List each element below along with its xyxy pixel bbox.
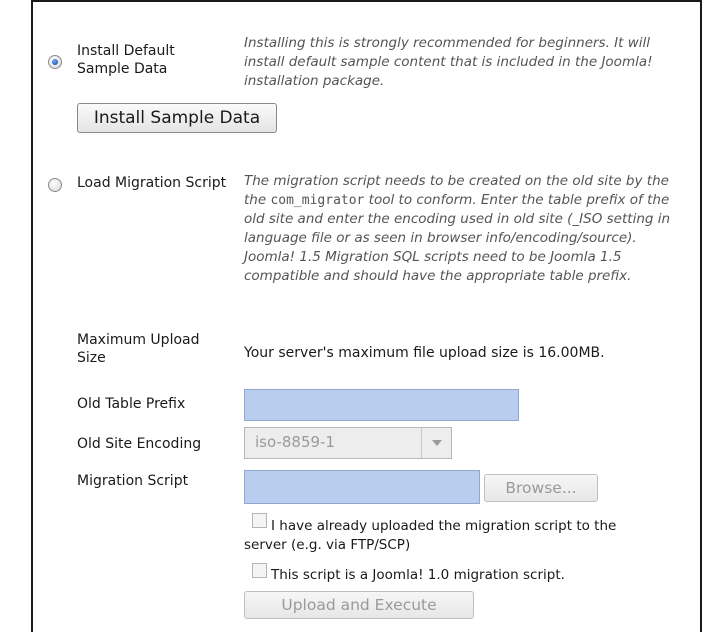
install-sample-data-label-line1: Install Default	[77, 43, 175, 59]
joomla-10-script-label: This script is a Joomla! 1.0 migration s…	[271, 567, 565, 583]
install-sample-data-label: Install Default Sample Data	[77, 42, 227, 78]
upload-and-execute-button[interactable]: Upload and Execute	[244, 591, 474, 619]
old-site-encoding-value: iso-8859-1	[255, 433, 335, 451]
migration-script-label: Migration Script	[77, 473, 189, 489]
install-sample-data-radio[interactable]	[48, 55, 62, 69]
browse-button[interactable]: Browse...	[484, 474, 598, 502]
old-site-encoding-select[interactable]: iso-8859-1	[244, 427, 452, 459]
install-sample-data-button[interactable]: Install Sample Data	[77, 103, 277, 133]
old-table-prefix-input[interactable]	[244, 389, 519, 421]
already-uploaded-label-line2: server (e.g. via FTP/SCP)	[244, 537, 411, 553]
old-site-encoding-label: Old Site Encoding	[77, 436, 202, 452]
migration-description: The migration script needs to be created…	[244, 172, 694, 286]
chevron-down-icon[interactable]	[421, 428, 451, 458]
migration-script-file-input[interactable]	[244, 470, 480, 504]
max-upload-size-label-line2: Size	[77, 350, 106, 366]
max-upload-size-label: Maximum Upload Size	[77, 331, 200, 367]
migration-component-code: com_migrator	[270, 193, 365, 208]
migration-description-text-1: The migration script needs to be created…	[244, 173, 669, 189]
max-upload-size-value: Your server's maximum file upload size i…	[244, 345, 605, 361]
already-uploaded-checkbox[interactable]	[252, 513, 267, 528]
joomla-10-script-checkbox[interactable]	[252, 563, 267, 578]
load-migration-script-label: Load Migration Script	[77, 175, 227, 191]
migration-compatibility-note: Joomla! 1.5 Migration SQL scripts need t…	[244, 249, 632, 284]
install-sample-data-description: Installing this is strongly recommended …	[244, 35, 653, 89]
install-sample-data-label-line2: Sample Data	[77, 61, 168, 77]
old-table-prefix-label: Old Table Prefix	[77, 396, 186, 412]
load-migration-script-radio[interactable]	[48, 178, 62, 192]
max-upload-size-label-line1: Maximum Upload	[77, 332, 200, 348]
already-uploaded-label-line1: I have already uploaded the migration sc…	[271, 518, 617, 534]
